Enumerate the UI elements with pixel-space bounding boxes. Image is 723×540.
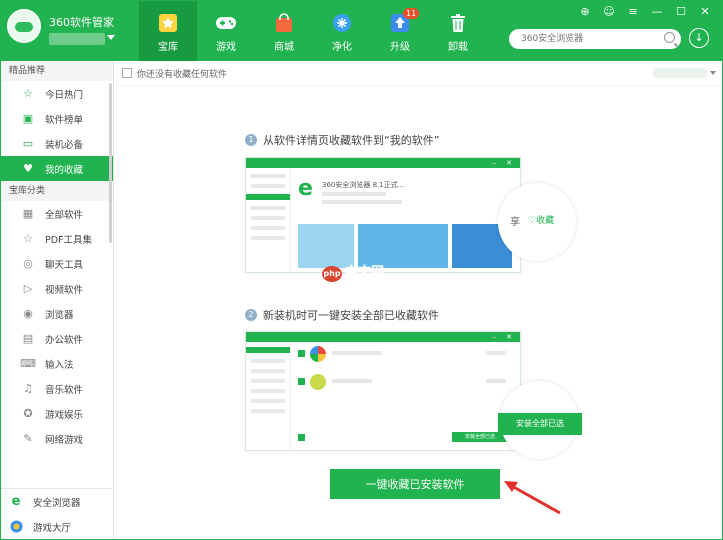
app-window: 360软件管家 宝库 游戏 商城 净化 11 升级 卸载 ⊕ ☺ ≡ — ☐ ✕… (0, 0, 723, 540)
sidebar-link-browser[interactable]: e 安全浏览器 (1, 489, 112, 514)
pointer-arrow-icon (504, 481, 561, 515)
chat-icon: ◎ (23, 257, 33, 270)
account-name[interactable] (49, 33, 105, 45)
bag-icon (273, 12, 295, 34)
favorite-callout: 享 ♡收藏 (498, 183, 576, 261)
sidebar-item-games[interactable]: ✪ 游戏娱乐 (1, 401, 113, 426)
nav-mall[interactable]: 商城 (255, 1, 313, 61)
title-bar: 360软件管家 宝库 游戏 商城 净化 11 升级 卸载 ⊕ ☺ ≡ — ☐ ✕… (1, 1, 722, 61)
music-icon: ♫ (23, 382, 33, 395)
search-box (509, 29, 681, 49)
chart-icon: ▣ (22, 112, 34, 125)
purify-icon (331, 12, 353, 34)
office-icon: ▤ (22, 332, 34, 345)
chevron-down-icon[interactable] (107, 35, 115, 40)
step-1: 1 从软件详情页收藏软件到“我的软件” (245, 132, 439, 148)
sidebar-item-office[interactable]: ▤ 办公软件 (1, 326, 113, 351)
sidebar-item-chat[interactable]: ◎ 聊天工具 (1, 251, 113, 276)
window-controls: ⊕ ☺ ≡ — ☐ ✕ (578, 5, 712, 18)
step-2: 2 新装机时可一键安装全部已收藏软件 (245, 307, 439, 323)
star-icon (157, 12, 179, 34)
illustration-favorite: – ✕ e 360安全浏览器 8.1正式... (245, 157, 521, 273)
sidebar-scrollbar[interactable] (109, 83, 112, 243)
ie-icon: e (298, 176, 313, 201)
nav-games[interactable]: 游戏 (197, 1, 255, 61)
video-icon: ▷ (23, 282, 33, 295)
step-text: 从软件详情页收藏软件到“我的软件” (263, 134, 440, 147)
sidebar-item-video[interactable]: ▷ 视频软件 (1, 276, 113, 301)
favorite-button[interactable]: ♡收藏 (528, 213, 554, 226)
step-number: 2 (245, 309, 257, 321)
avatar[interactable] (7, 9, 41, 43)
monitor-icon: ▭ (22, 137, 34, 150)
skin-icon[interactable]: ⊕ (578, 5, 592, 18)
network-icon: ✎ (23, 432, 33, 445)
keyboard-icon: ⌨ (20, 357, 36, 370)
watermark: php 中文网 (322, 265, 385, 282)
star-outline-icon: ☆ (23, 87, 33, 100)
game-hall-icon (9, 520, 23, 534)
favorites-toolbar: 你还没有收藏任何软件 (114, 61, 722, 86)
brand-title: 360软件管家 (49, 16, 114, 29)
menu-icon[interactable]: ≡ (626, 5, 640, 18)
step-number: 1 (245, 134, 257, 146)
search-input[interactable] (519, 29, 663, 49)
sidebar-item-hot[interactable]: ☆ 今日热门 (1, 81, 113, 106)
favorite-installed-button[interactable]: 一键收藏已安装软件 (330, 469, 500, 499)
empty-favorites-text: 你还没有收藏任何软件 (137, 69, 228, 80)
heart-icon: ♥ (23, 162, 33, 175)
game-icon: ✪ (23, 407, 33, 420)
nav-purify[interactable]: 净化 (313, 1, 371, 61)
sidebar-item-music[interactable]: ♫ 音乐软件 (1, 376, 113, 401)
nav-treasury[interactable]: 宝库 (139, 1, 197, 61)
chevron-down-icon[interactable] (710, 71, 716, 75)
illustration-install-all: – ✕ 安装全部已选 (245, 331, 521, 451)
feedback-icon[interactable]: ☺ (602, 5, 616, 18)
maximize-icon[interactable]: ☐ (674, 5, 688, 18)
select-all-checkbox[interactable] (122, 68, 132, 78)
sidebar-link-game-hall[interactable]: 游戏大厅 (1, 514, 112, 539)
install-all-selected-button[interactable]: 安装全部已选 (498, 413, 582, 435)
upgrade-count-badge: 11 (403, 8, 420, 19)
nav-upgrade[interactable]: 11 升级 (371, 1, 429, 61)
gamepad-icon (215, 12, 237, 34)
grid-icon: ▦ (22, 207, 34, 220)
sidebar-item-netgames[interactable]: ✎ 网络游戏 (1, 426, 113, 451)
sidebar-item-ranking[interactable]: ▣ 软件榜单 (1, 106, 113, 131)
sidebar: 精品推荐 ☆ 今日热门 ▣ 软件榜单 ▭ 装机必备 ♥ 我的收藏 宝库分类 ▦ … (1, 61, 114, 539)
php-logo: php (322, 266, 342, 282)
close-icon[interactable]: ✕ (698, 5, 712, 18)
sidebar-item-all[interactable]: ▦ 全部软件 (1, 201, 113, 226)
search-icon[interactable] (664, 32, 675, 43)
sidebar-item-ime[interactable]: ⌨ 输入法 (1, 351, 113, 376)
main-content: 你还没有收藏任何软件 1 从软件详情页收藏软件到“我的软件” – ✕ e 360安… (114, 61, 722, 539)
heart-outline-icon: ♡ (528, 216, 537, 226)
download-icon: ↓ (694, 31, 704, 44)
minimize-icon[interactable]: — (650, 5, 664, 18)
sort-dropdown[interactable] (652, 68, 708, 78)
nav-uninstall[interactable]: 卸载 (429, 1, 487, 61)
sidebar-item-pdf[interactable]: ☆ PDF工具集 (1, 226, 113, 251)
main-nav: 宝库 游戏 商城 净化 11 升级 卸载 (139, 1, 487, 61)
ie-icon: e (11, 494, 21, 509)
trash-icon (447, 12, 469, 34)
step-text: 新装机时可一键安装全部已收藏软件 (263, 309, 439, 322)
sidebar-section-featured: 精品推荐 (1, 61, 113, 81)
download-manager-button[interactable]: ↓ (689, 28, 709, 48)
sidebar-item-essentials[interactable]: ▭ 装机必备 (1, 131, 113, 156)
sidebar-item-browser[interactable]: ◉ 浏览器 (1, 301, 113, 326)
sidebar-bottom-links: e 安全浏览器 游戏大厅 (1, 488, 112, 539)
sidebar-section-categories: 宝库分类 (1, 181, 113, 201)
browser-icon: ◉ (23, 307, 33, 320)
star-outline-icon: ☆ (23, 232, 33, 245)
sidebar-item-favorites[interactable]: ♥ 我的收藏 (1, 156, 113, 181)
